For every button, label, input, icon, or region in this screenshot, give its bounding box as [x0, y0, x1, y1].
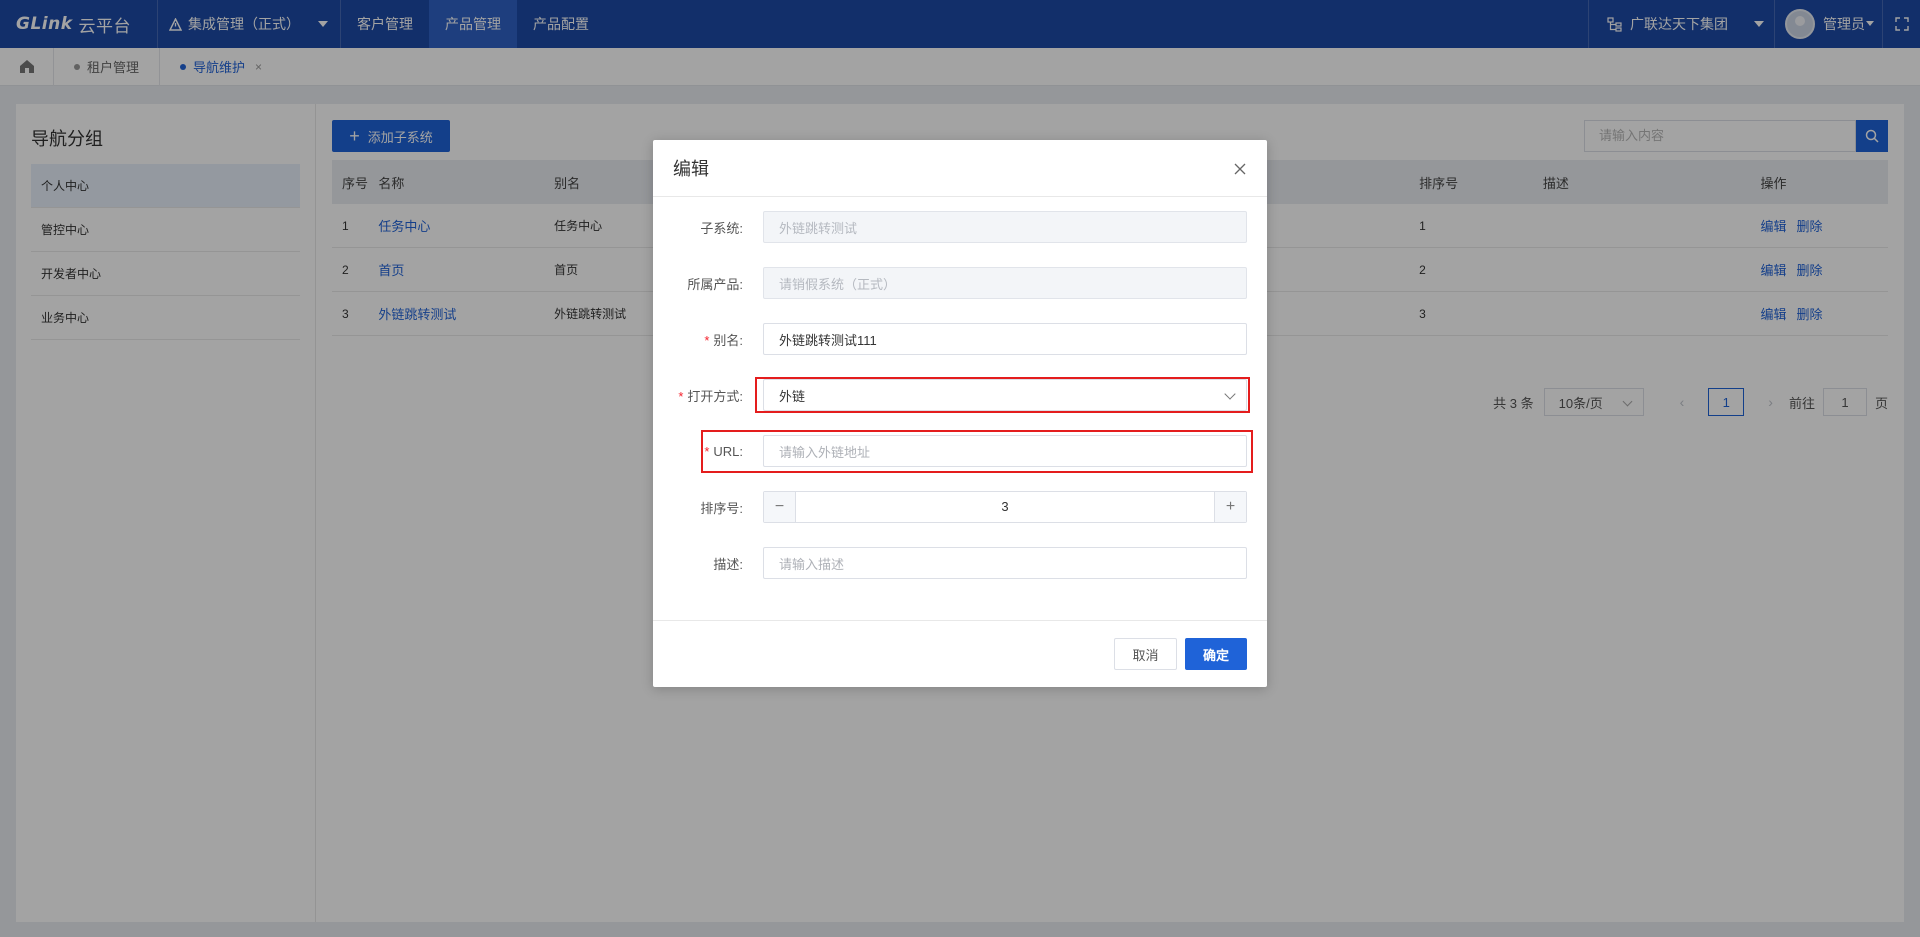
form-row-product: 所属产品: 请销假系统（正式）	[653, 267, 1267, 299]
product-field: 请销假系统（正式）	[763, 267, 1247, 299]
increment-button[interactable]: +	[1214, 492, 1246, 522]
edit-dialog: 编辑 子系统: 外链跳转测试 所属产品: 请销假系统（正式） * 别名: 外链跳转…	[653, 140, 1267, 687]
highlight-box	[755, 377, 1250, 413]
cancel-button[interactable]: 取消	[1114, 638, 1177, 670]
form-row-order: 排序号: − 3 +	[653, 491, 1267, 523]
dialog-header: 编辑	[653, 140, 1267, 197]
alias-label: 别名:	[713, 332, 743, 348]
form-row-desc: 描述: 请输入描述	[653, 547, 1267, 579]
form-row-subsystem: 子系统: 外链跳转测试	[653, 211, 1267, 243]
subsystem-label: 子系统:	[700, 220, 743, 236]
alias-input[interactable]: 外链跳转测试111	[763, 323, 1247, 355]
order-value[interactable]: 3	[796, 492, 1214, 522]
desc-input[interactable]: 请输入描述	[763, 547, 1247, 579]
product-label: 所属产品:	[687, 276, 743, 292]
dialog-title: 编辑	[673, 159, 709, 179]
close-icon[interactable]	[1233, 160, 1249, 176]
required-mark: *	[678, 388, 684, 404]
form-row-alias: * 别名: 外链跳转测试111	[653, 323, 1267, 355]
dialog-body: 子系统: 外链跳转测试 所属产品: 请销假系统（正式） * 别名: 外链跳转测试1…	[653, 197, 1267, 579]
dialog-footer: 取消 确定	[653, 620, 1267, 687]
order-label: 排序号:	[700, 500, 743, 516]
required-mark: *	[704, 332, 710, 348]
open-mode-label: 打开方式:	[687, 388, 743, 404]
confirm-button[interactable]: 确定	[1185, 638, 1247, 670]
order-stepper: − 3 +	[763, 491, 1247, 523]
subsystem-field: 外链跳转测试	[763, 211, 1247, 243]
highlight-box	[701, 430, 1253, 473]
decrement-button[interactable]: −	[764, 492, 796, 522]
desc-label: 描述:	[713, 556, 743, 572]
